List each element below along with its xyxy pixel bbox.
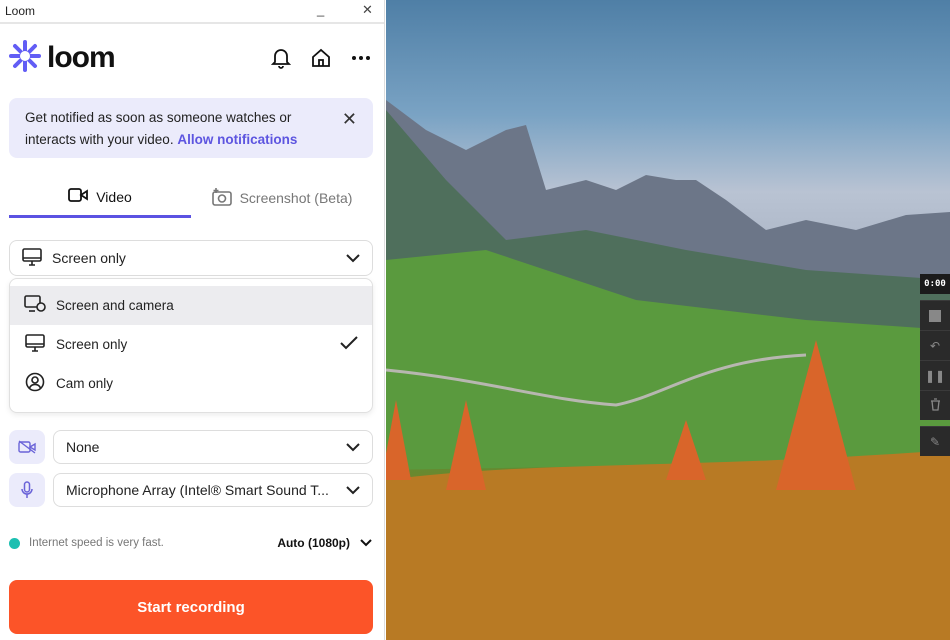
screen-camera-icon — [24, 295, 46, 316]
stop-icon — [929, 309, 941, 322]
option-label: Screen and camera — [56, 298, 174, 313]
close-button[interactable]: ✕ — [362, 2, 373, 18]
start-recording-button[interactable]: Start recording — [9, 580, 373, 634]
banner-close-icon[interactable]: ✕ — [342, 108, 357, 130]
checkmark-icon — [340, 336, 358, 353]
tab-label: Video — [96, 188, 132, 205]
recording-controls: 0:00 ↶ ❚❚ ✎ — [920, 274, 950, 456]
chevron-down-icon — [346, 439, 360, 455]
stop-button[interactable] — [920, 300, 950, 330]
quality-select[interactable]: Auto (1080p) — [277, 536, 372, 550]
select-value: Screen only — [52, 250, 126, 266]
option-label: Cam only — [56, 376, 114, 391]
desktop-background-image — [386, 0, 950, 640]
minimize-button[interactable]: _ — [317, 2, 324, 17]
microphone-select[interactable]: Microphone Array (Intel® Smart Sound T..… — [53, 473, 373, 507]
bell-icon[interactable] — [270, 47, 292, 69]
header: loom — [9, 39, 372, 77]
status-dot — [9, 537, 20, 549]
mode-tabs: Video Screenshot (Beta) — [9, 178, 373, 218]
quality-value: Auto (1080p) — [277, 536, 350, 550]
camera-add-icon — [211, 187, 232, 209]
home-icon[interactable] — [310, 47, 332, 69]
microphone-icon[interactable] — [9, 473, 45, 507]
capture-mode-dropdown: Screen and camera Screen only Cam only — [9, 278, 373, 413]
allow-notifications-link[interactable]: Allow notifications — [177, 132, 297, 147]
restart-button[interactable]: ↶ — [920, 330, 950, 360]
notification-banner: Get notified as soon as someone watches … — [9, 98, 373, 158]
speed-text: Internet speed is very fast. — [29, 537, 164, 549]
undo-icon: ↶ — [929, 338, 941, 353]
chevron-down-icon — [360, 536, 372, 550]
pause-button[interactable]: ❚❚ — [920, 360, 950, 390]
user-circle-icon — [24, 372, 46, 395]
pencil-icon: ✎ — [929, 434, 941, 449]
window-title: Loom — [5, 4, 36, 18]
recording-timer: 0:00 — [920, 274, 950, 294]
select-value: Microphone Array (Intel® Smart Sound T..… — [66, 482, 329, 498]
tab-label: Screenshot (Beta) — [239, 190, 353, 206]
loom-logo-icon — [9, 39, 41, 77]
camera-select[interactable]: None — [53, 430, 373, 464]
draw-button[interactable]: ✎ — [920, 426, 950, 456]
monitor-icon — [22, 247, 42, 269]
option-screen-only[interactable]: Screen only — [10, 325, 372, 364]
select-value: None — [66, 439, 100, 455]
camera-off-icon[interactable] — [9, 430, 45, 464]
option-cam-only[interactable]: Cam only — [10, 364, 372, 403]
title-bar: Loom _ ✕ — [0, 0, 384, 24]
loom-panel: Loom _ ✕ loom Get notified as soon as so… — [0, 0, 385, 640]
connection-status: Internet speed is very fast. Auto (1080p… — [9, 536, 372, 550]
option-screen-and-camera[interactable]: Screen and camera — [10, 286, 372, 325]
trash-icon — [930, 397, 941, 414]
logo-text: loom — [47, 41, 116, 74]
delete-button[interactable] — [920, 390, 950, 420]
video-camera-icon — [68, 188, 89, 205]
pause-icon: ❚❚ — [924, 368, 946, 383]
chevron-down-icon — [346, 250, 360, 266]
option-label: Screen only — [56, 337, 128, 352]
monitor-icon — [24, 334, 46, 355]
capture-mode-select[interactable]: Screen only — [9, 240, 373, 276]
tab-video[interactable]: Video — [9, 178, 191, 218]
chevron-down-icon — [346, 482, 360, 498]
more-icon[interactable] — [350, 47, 372, 69]
tab-screenshot[interactable]: Screenshot (Beta) — [191, 178, 373, 218]
